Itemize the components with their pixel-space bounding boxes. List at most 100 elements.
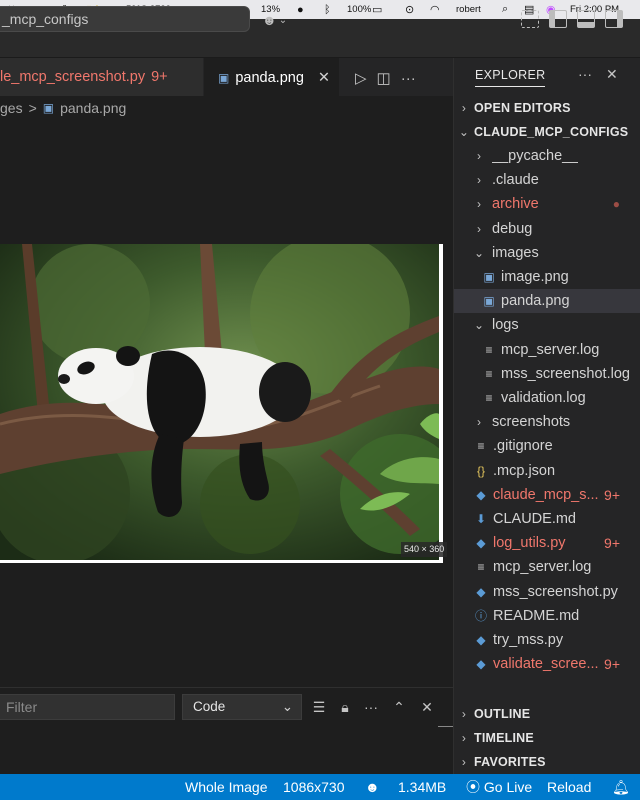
explorer-item-label: mss_screenshot.py [493, 583, 618, 600]
battery-icon[interactable]: ▭ [372, 0, 382, 19]
explorer-item-pycache[interactable]: › __pycache__ [454, 144, 640, 168]
go-live-button[interactable]: ⦿ Go Live [466, 774, 532, 800]
explorer-item-image-png[interactable]: ▣ image.png [454, 265, 640, 289]
modified-dot-icon: ● [612, 197, 620, 212]
chevron-right-icon: › [461, 707, 467, 721]
chevron-right-icon: > [28, 100, 37, 116]
log-file-icon: ≡ [477, 560, 485, 575]
command-center-search[interactable]: _mcp_configs [0, 6, 250, 32]
explorer-item-validation-log[interactable]: ≡ validation.log [454, 386, 640, 410]
lock-icon[interactable]: 🔒︎ [336, 698, 354, 716]
explorer-item-screenshots[interactable]: › screenshots [454, 410, 640, 434]
toggle-primary-sidebar-icon[interactable] [549, 10, 567, 28]
tab-label: le_mcp_screenshot.py [0, 69, 146, 85]
section-label: FAVORITES [474, 755, 546, 769]
explorer-item-label: mss_screenshot.log [501, 365, 630, 382]
project-root-section[interactable]: ⌄ CLAUDE_MCP_CONFIGS [454, 120, 640, 144]
chevron-down-icon: ⌄ [281, 699, 293, 714]
explorer-item-label: claude_mcp_s... [493, 486, 599, 503]
problems-badge: 9+ [604, 486, 620, 503]
explorer-item-readme-md[interactable]: ⓘ README.md [454, 604, 640, 628]
explorer-item-panda-png[interactable]: ▣ panda.png [454, 289, 640, 314]
close-icon[interactable]: ✕ [418, 698, 436, 716]
tab-panda-png[interactable]: ▣ panda.png ✕ [204, 58, 339, 96]
toggle-secondary-sidebar-icon[interactable] [605, 10, 623, 28]
timeline-section[interactable]: › TIMELINE [454, 726, 640, 750]
explorer-item-mss-screenshot-log[interactable]: ≡ mss_screenshot.log [454, 362, 640, 386]
explorer-item-label: screenshots [492, 414, 571, 431]
user-name[interactable]: robert [456, 0, 481, 19]
explorer-title[interactable]: EXPLORER [475, 68, 546, 87]
explorer-item-gitignore[interactable]: ≡ .gitignore [454, 434, 640, 458]
zoom-whole-image[interactable]: Whole Image [185, 774, 267, 800]
markdown-file-icon: ⬇ [475, 512, 487, 526]
explorer-item-claude-mcp-s[interactable]: ◆ claude_mcp_s... 9+ [454, 483, 640, 507]
explorer-item-label: .mcp.json [493, 462, 556, 479]
image-file-icon: ▣ [42, 101, 55, 115]
explorer-item-validate-scree[interactable]: ◆ validate_scree... 9+ [454, 652, 640, 676]
more-actions-icon[interactable]: ··· [362, 698, 380, 716]
explorer-item-label: try_mss.py [493, 632, 564, 648]
panda-image[interactable] [0, 244, 439, 560]
reload-button[interactable]: Reload [547, 774, 591, 800]
toggle-panel-icon[interactable] [577, 10, 595, 28]
split-editor-icon[interactable]: ◫ [377, 69, 391, 87]
outline-section[interactable]: › OUTLINE [454, 702, 640, 726]
python-file-icon: ◆ [476, 584, 486, 599]
select-value: Code [193, 699, 226, 714]
favorites-section[interactable]: › FAVORITES [454, 750, 640, 774]
explorer-item-archive[interactable]: › archive ● [454, 192, 640, 216]
explorer-item-images[interactable]: ⌄ images [454, 241, 640, 265]
copilot-icon[interactable]: ☻ [365, 774, 380, 800]
bell-icon[interactable]: 🔔︎ [612, 774, 630, 800]
chevron-up-icon[interactable]: ⌃ [390, 698, 408, 716]
explorer-item-mss-screenshot-py[interactable]: ◆ mss_screenshot.py [454, 580, 640, 604]
filter-input[interactable]: Filter [0, 694, 175, 720]
info-file-icon: ⓘ [474, 609, 487, 624]
explorer-item-label: logs [492, 317, 519, 334]
explorer-item-mcp-server-log[interactable]: ≡ mcp_server.log [454, 555, 640, 579]
battery-readout[interactable]: 100% [347, 0, 371, 19]
chevron-right-icon: › [461, 755, 467, 769]
explorer-item-label: validation.log [501, 390, 586, 406]
more-actions-icon[interactable]: ··· [401, 70, 416, 87]
play-icon[interactable]: ⊙ [405, 0, 414, 19]
explorer-item-label: panda.png [501, 293, 570, 310]
explorer-item-try-mss-py[interactable]: ◆ try_mss.py [454, 628, 640, 652]
explorer-item-claude-md[interactable]: ⬇ CLAUDE.md [454, 507, 640, 531]
clear-output-icon[interactable]: ☰ [310, 698, 328, 716]
explorer-item-claude[interactable]: › .claude [454, 168, 640, 192]
breadcrumb-folder[interactable]: ges [0, 100, 23, 116]
log-file-icon: ≡ [485, 366, 493, 381]
bluetooth-icon[interactable]: ᛒ [324, 0, 331, 19]
breadcrumb-file[interactable]: panda.png [60, 100, 126, 116]
close-icon[interactable]: ✕ [606, 66, 618, 83]
output-channel-select[interactable]: Code ⌄ [182, 694, 302, 720]
section-label: CLAUDE_MCP_CONFIGS [474, 125, 629, 139]
chevron-right-icon: › [477, 197, 481, 212]
tab-claude-mcp-screenshot[interactable]: le_mcp_screenshot.py 9+ [0, 58, 204, 96]
tab-label: panda.png [235, 69, 304, 86]
search-icon[interactable]: ⌕ [502, 0, 508, 19]
image-file-size: 1.34MB [398, 779, 447, 795]
wifi-icon[interactable]: ◠ [430, 0, 440, 19]
chevron-down-icon: ⌄ [458, 125, 470, 139]
explorer-item-mcp-json[interactable]: {} .mcp.json [454, 459, 640, 483]
explorer-item-label: validate_scree... [493, 656, 599, 673]
close-icon[interactable]: ✕ [318, 70, 330, 86]
problems-badge: 9+ [151, 69, 168, 85]
open-editors-section[interactable]: › OPEN EDITORS [454, 96, 640, 120]
image-file-icon: ▣ [483, 270, 495, 284]
copilot-menu-button[interactable]: ☻ ⌄ [262, 9, 298, 31]
explorer-item-mcp-server-log[interactable]: ≡ mcp_server.log [454, 338, 640, 362]
chevron-right-icon: › [461, 731, 467, 745]
explorer-item-label: image.png [501, 269, 569, 285]
image-file-icon: ▣ [483, 294, 495, 309]
explorer-item-logs[interactable]: ⌄ logs [454, 313, 640, 337]
run-icon[interactable]: ▷ [355, 69, 367, 87]
customize-layout-icon[interactable] [521, 10, 539, 28]
python-file-icon: ◆ [476, 536, 486, 551]
explorer-item-debug[interactable]: › debug [454, 217, 640, 241]
explorer-item-log-utils-py[interactable]: ◆ log_utils.py 9+ [454, 531, 640, 555]
more-actions-icon[interactable]: ··· [578, 66, 592, 83]
